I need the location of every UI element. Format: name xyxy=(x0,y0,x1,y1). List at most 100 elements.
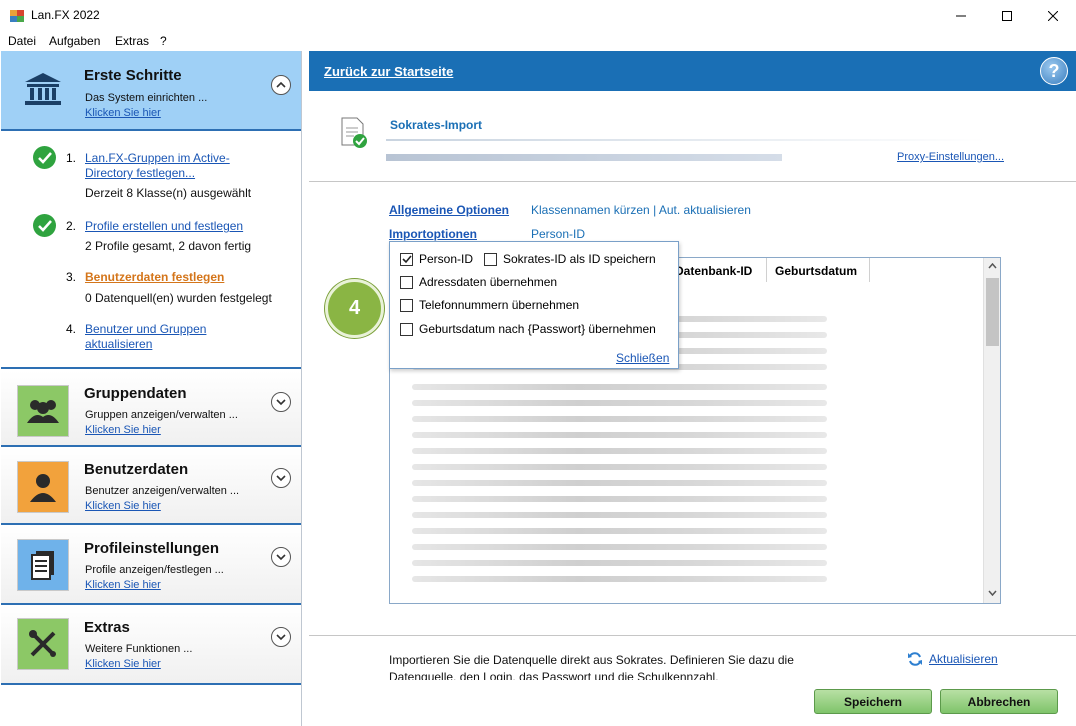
document-icon xyxy=(17,539,69,591)
save-button[interactable]: Speichern xyxy=(814,689,932,714)
close-button[interactable] xyxy=(1030,0,1076,31)
maximize-icon xyxy=(1002,10,1012,21)
expand-button[interactable] xyxy=(271,547,291,567)
section-link[interactable]: Klicken Sie hier xyxy=(85,658,161,670)
maximize-button[interactable] xyxy=(984,0,1030,31)
menu-aufgaben[interactable]: Aufgaben xyxy=(49,34,100,48)
vertical-scrollbar[interactable] xyxy=(983,258,1000,603)
option-label: Adressdaten übernehmen xyxy=(419,275,558,289)
user-icon xyxy=(17,461,69,513)
table-row[interactable] xyxy=(412,560,827,566)
divider xyxy=(386,139,986,141)
step-badge: 4 xyxy=(325,279,384,338)
option-sokrates-id[interactable]: Sokrates-ID als ID speichern xyxy=(484,252,656,266)
app-logo-icon xyxy=(10,10,24,22)
section-erste-schritte[interactable]: Erste Schritte Das System einrichten ...… xyxy=(1,51,301,131)
option-birthdate[interactable]: Geburtsdatum nach {Passwort} übernehmen xyxy=(400,322,656,336)
divider xyxy=(309,181,1076,182)
help-icon: ? xyxy=(1048,60,1060,81)
table-row[interactable] xyxy=(412,528,827,534)
content-panel: Zurück zur Startseite ? Sokrates-Import … xyxy=(309,51,1076,726)
option-label: Person-ID xyxy=(419,252,474,266)
column-header[interactable]: Geburtsdatum xyxy=(775,258,870,282)
description-text: Importieren Sie die Datenquelle direkt a… xyxy=(389,653,794,680)
progress-placeholder xyxy=(386,154,782,161)
column-header[interactable]: Datenbank-ID xyxy=(675,258,767,282)
refresh-link[interactable]: Aktualisieren xyxy=(907,651,998,667)
checkbox[interactable] xyxy=(400,298,413,312)
checkbox[interactable] xyxy=(400,322,413,336)
table-row[interactable] xyxy=(412,416,827,422)
section-subtitle: Profile anzeigen/festlegen ... xyxy=(85,564,224,576)
checkmark-icon xyxy=(401,254,412,263)
section-title: Extras xyxy=(84,619,130,636)
minimize-button[interactable] xyxy=(938,0,984,31)
menu-extras[interactable]: Extras xyxy=(115,34,149,48)
collapse-button[interactable] xyxy=(271,75,291,95)
section-link[interactable]: Klicken Sie hier xyxy=(85,424,161,436)
table-row[interactable] xyxy=(412,512,827,518)
step-link-aktualisieren[interactable]: Benutzer und Gruppen aktualisieren xyxy=(85,322,225,352)
step-number: 2. xyxy=(66,219,77,233)
close-icon xyxy=(1048,10,1058,21)
table-row[interactable] xyxy=(412,432,827,438)
import-options-link[interactable]: Importoptionen xyxy=(389,227,477,241)
scroll-up-icon[interactable] xyxy=(988,263,997,269)
general-options-link[interactable]: Allgemeine Optionen xyxy=(389,203,509,217)
option-phone[interactable]: Telefonnummern übernehmen xyxy=(400,298,579,312)
section-benutzerdaten[interactable]: Benutzerdaten Benutzer anzeigen/verwalte… xyxy=(1,447,301,525)
section-link[interactable]: Klicken Sie hier xyxy=(85,500,161,512)
close-popup-link[interactable]: Schließen xyxy=(616,351,669,365)
step-link-gruppen[interactable]: Lan.FX-Gruppen im Active-Directory festl… xyxy=(85,151,245,181)
step-link-benutzerdaten[interactable]: Benutzerdaten festlegen xyxy=(85,270,224,285)
step-info: 2 Profile gesamt, 2 davon fertig xyxy=(85,239,252,253)
table-row[interactable] xyxy=(412,496,827,502)
cancel-button[interactable]: Abbrechen xyxy=(940,689,1058,714)
table-row[interactable] xyxy=(412,384,827,390)
table-row[interactable] xyxy=(412,464,827,470)
checkbox[interactable] xyxy=(400,275,413,289)
chevron-down-icon xyxy=(276,475,286,482)
table-row[interactable] xyxy=(412,448,827,454)
tools-icon xyxy=(17,618,69,670)
option-person-id[interactable]: Person-ID xyxy=(400,252,473,266)
section-profileinstellungen[interactable]: Profileinstellungen Profile anzeigen/fes… xyxy=(1,525,301,605)
scroll-thumb[interactable] xyxy=(986,278,999,346)
menu-datei[interactable]: Datei xyxy=(8,34,36,48)
step-number: 4. xyxy=(66,322,77,336)
section-title: Gruppendaten xyxy=(84,385,187,402)
content-header: Zurück zur Startseite ? xyxy=(309,51,1076,91)
table-row[interactable] xyxy=(412,400,827,406)
table-row[interactable] xyxy=(412,480,827,486)
expand-button[interactable] xyxy=(271,468,291,488)
section-link[interactable]: Klicken Sie hier xyxy=(85,107,161,119)
checkbox-checked[interactable] xyxy=(400,252,413,266)
option-address[interactable]: Adressdaten übernehmen xyxy=(400,275,557,289)
section-subtitle: Benutzer anzeigen/verwalten ... xyxy=(85,485,240,497)
scroll-down-icon[interactable] xyxy=(988,590,997,596)
table-row[interactable] xyxy=(412,576,827,582)
first-steps-list: 1. Lan.FX-Gruppen im Active-Directory fe… xyxy=(1,131,301,369)
expand-button[interactable] xyxy=(271,627,291,647)
section-extras[interactable]: Extras Weitere Funktionen ... Klicken Si… xyxy=(1,605,301,685)
proxy-settings-link[interactable]: Proxy-Einstellungen... xyxy=(897,151,1004,163)
step-number: 1. xyxy=(66,151,77,165)
menu-bar: Datei Aufgaben Extras ? xyxy=(0,31,1076,51)
check-icon xyxy=(33,146,56,169)
chevron-up-icon xyxy=(276,81,286,88)
step-info: 0 Datenquell(en) wurden festgelegt xyxy=(85,291,272,305)
section-link[interactable]: Klicken Sie hier xyxy=(85,579,161,591)
navigation-panel: Erste Schritte Das System einrichten ...… xyxy=(0,51,302,726)
chevron-down-icon xyxy=(276,399,286,406)
checkbox[interactable] xyxy=(484,252,497,266)
import-options-value: Person-ID xyxy=(531,227,586,241)
menu-help[interactable]: ? xyxy=(160,34,167,48)
divider xyxy=(309,635,1076,636)
back-to-start-link[interactable]: Zurück zur Startseite xyxy=(324,64,453,79)
expand-button[interactable] xyxy=(271,392,291,412)
section-gruppendaten[interactable]: Gruppendaten Gruppen anzeigen/verwalten … xyxy=(1,371,301,447)
help-button[interactable]: ? xyxy=(1040,57,1068,85)
section-subtitle: Das System einrichten ... xyxy=(85,92,208,104)
step-link-profile[interactable]: Profile erstellen und festlegen xyxy=(85,219,243,234)
table-row[interactable] xyxy=(412,544,827,550)
